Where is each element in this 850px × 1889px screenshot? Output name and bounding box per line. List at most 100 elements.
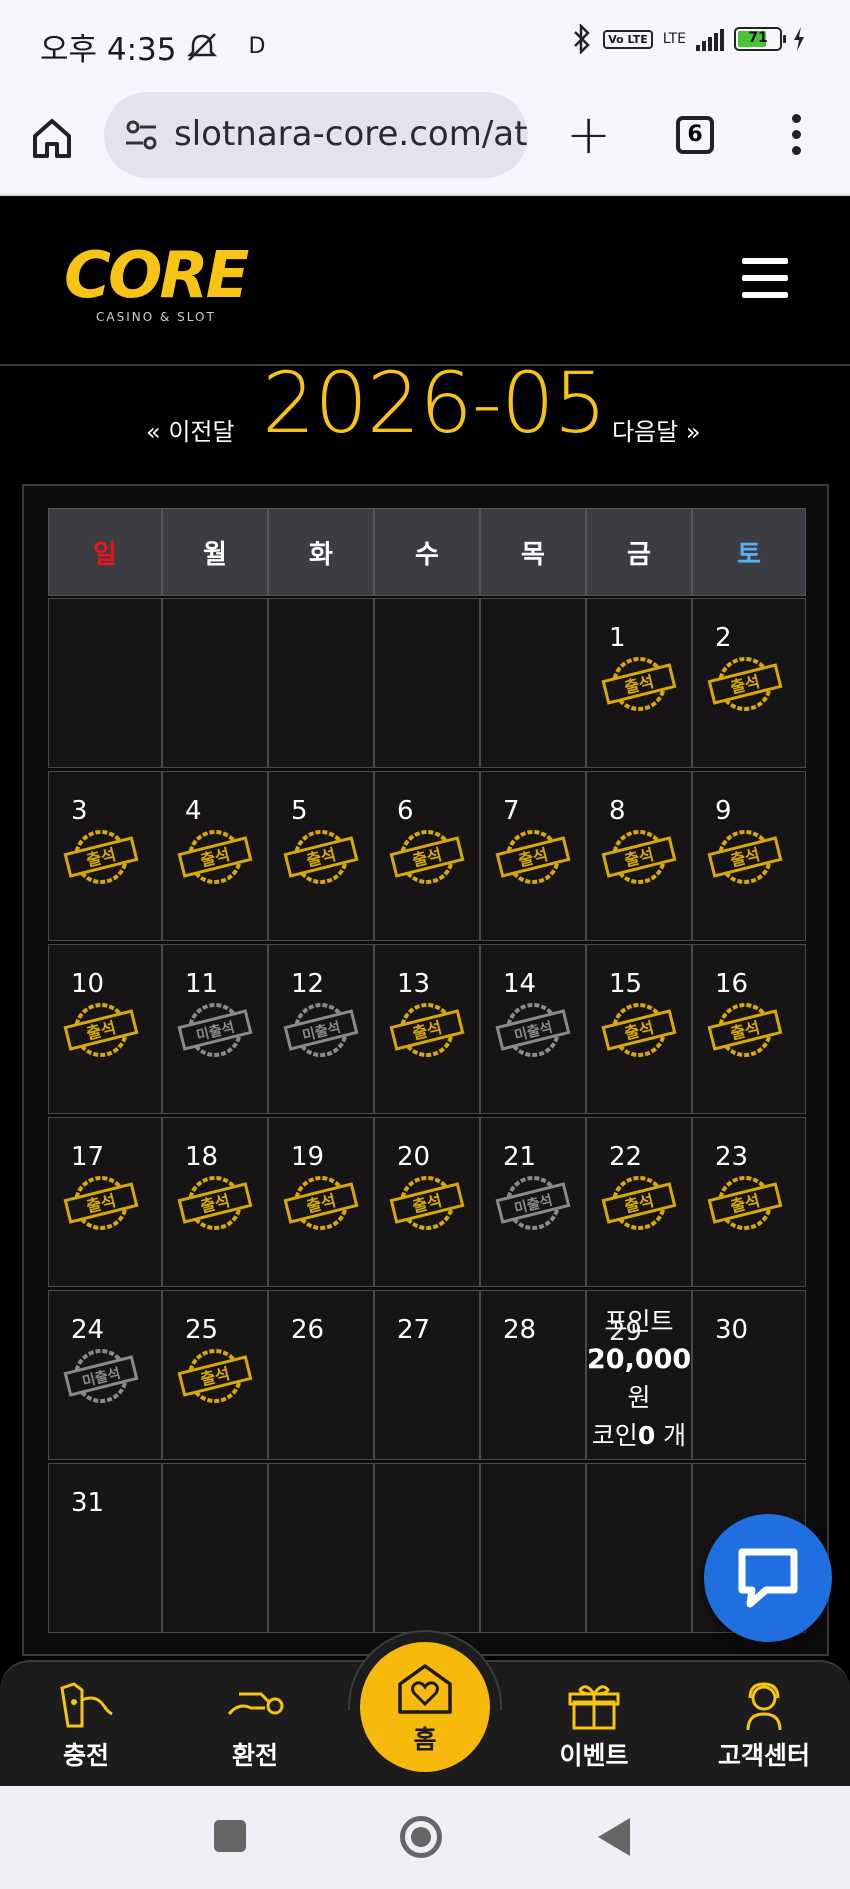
month-navigation: « 이전달 2026-05 다음달 » xyxy=(0,354,850,478)
day-number: 27 xyxy=(397,1315,431,1345)
attendance-stamp-icon: 출석 xyxy=(389,830,465,884)
calendar-day[interactable]: 3 출석 xyxy=(48,771,162,941)
calendar-day[interactable]: 5 출석 xyxy=(268,771,374,941)
day-number: 21 xyxy=(503,1142,537,1172)
calendar-day[interactable]: 17 출석 xyxy=(48,1117,162,1287)
browser-menu-icon[interactable] xyxy=(790,114,802,158)
day-number: 18 xyxy=(185,1142,219,1172)
nav-withdraw[interactable]: 환전 xyxy=(195,1680,315,1772)
next-month-link[interactable]: 다음달 » xyxy=(612,412,701,447)
calendar-day[interactable]: 22 출석 xyxy=(586,1117,692,1287)
calendar-day[interactable]: 23 출석 xyxy=(692,1117,806,1287)
recent-apps-button[interactable] xyxy=(214,1820,246,1852)
calendar-day[interactable]: 15 출석 xyxy=(586,944,692,1114)
weekday-header: 수 xyxy=(374,508,480,596)
prev-month-link[interactable]: « 이전달 xyxy=(146,412,235,447)
weekday-header: 화 xyxy=(268,508,374,596)
nav-home[interactable]: 홈 xyxy=(360,1642,490,1772)
weekday-header: 목 xyxy=(480,508,586,596)
day-number: 24 xyxy=(71,1315,105,1345)
withdraw-icon xyxy=(227,1692,284,1715)
calendar-empty-cell xyxy=(586,1463,692,1633)
day-number: 22 xyxy=(609,1142,643,1172)
url-text[interactable]: slotnara-core.com/attendance xyxy=(174,114,528,154)
calendar-day[interactable]: 포인트 20,000 원 코인0 개 29 xyxy=(586,1290,692,1460)
site-settings-icon[interactable] xyxy=(124,118,160,152)
attendance-stamp-icon: 출석 xyxy=(63,1003,139,1057)
attendance-stamp-icon: 출석 xyxy=(601,1176,677,1230)
site-logo[interactable]: CORE CASINO & SLOT xyxy=(64,244,264,324)
calendar-day[interactable]: 28 xyxy=(480,1290,586,1460)
calendar-empty-cell xyxy=(480,598,586,768)
home-icon[interactable] xyxy=(30,116,74,160)
calendar-day[interactable]: 7 출석 xyxy=(480,771,586,941)
day-number: 26 xyxy=(291,1315,325,1345)
deposit-icon xyxy=(60,1682,113,1728)
day-number: 1 xyxy=(609,623,626,653)
calendar-empty-cell xyxy=(48,598,162,768)
calendar-day[interactable]: 26 xyxy=(268,1290,374,1460)
system-home-button[interactable] xyxy=(400,1816,442,1858)
attendance-stamp-icon: 출석 xyxy=(283,830,359,884)
month-title: 2026-05 xyxy=(262,354,607,452)
support-agent-icon xyxy=(746,1682,782,1731)
address-bar[interactable]: slotnara-core.com/attendance xyxy=(104,92,528,178)
calendar-day[interactable]: 9 출석 xyxy=(692,771,806,941)
tab-switcher-button[interactable]: 6 xyxy=(676,116,714,154)
attendance-stamp-icon: 출석 xyxy=(707,830,783,884)
calendar-day[interactable]: 19 출석 xyxy=(268,1117,374,1287)
calendar-empty-cell xyxy=(162,1463,268,1633)
weekday-header: 일 xyxy=(48,508,162,596)
nav-support[interactable]: 고객센터 xyxy=(704,1680,824,1772)
attendance-stamp-icon: 출석 xyxy=(601,830,677,884)
calendar-day[interactable]: 10 출석 xyxy=(48,944,162,1114)
calendar-day[interactable]: 20 출석 xyxy=(374,1117,480,1287)
calendar-day[interactable]: 8 출석 xyxy=(586,771,692,941)
calendar-empty-cell xyxy=(268,1463,374,1633)
calendar-day[interactable]: 14 미출석 xyxy=(480,944,586,1114)
nav-deposit[interactable]: 충전 xyxy=(26,1680,146,1772)
coin-label: 코인 xyxy=(591,1421,638,1450)
attendance-stamp-icon: 출석 xyxy=(707,1176,783,1230)
calendar-day[interactable]: 18 출석 xyxy=(162,1117,268,1287)
calendar-day[interactable]: 27 xyxy=(374,1290,480,1460)
calendar-day[interactable]: 21 미출석 xyxy=(480,1117,586,1287)
charging-icon xyxy=(794,27,804,51)
calendar-empty-cell xyxy=(162,598,268,768)
gift-icon xyxy=(568,1685,620,1730)
calendar-empty-cell xyxy=(374,598,480,768)
nav-label: 홈 xyxy=(413,1725,437,1754)
calendar-day[interactable]: 4 출석 xyxy=(162,771,268,941)
calendar-day[interactable]: 16 출석 xyxy=(692,944,806,1114)
calendar-day[interactable]: 11 미출석 xyxy=(162,944,268,1114)
day-number: 14 xyxy=(503,969,537,999)
calendar-day[interactable]: 13 출석 xyxy=(374,944,480,1114)
nav-event[interactable]: 이벤트 xyxy=(534,1680,654,1772)
calendar-day[interactable]: 30 xyxy=(692,1290,806,1460)
nav-label: 이벤트 xyxy=(559,1741,629,1770)
calendar-day[interactable]: 6 출석 xyxy=(374,771,480,941)
back-button[interactable] xyxy=(598,1818,630,1856)
calendar-day[interactable]: 12 미출석 xyxy=(268,944,374,1114)
attendance-stamp-icon: 출석 xyxy=(177,1176,253,1230)
day-number: 25 xyxy=(185,1315,219,1345)
attendance-stamp-icon: 출석 xyxy=(707,657,783,711)
new-tab-button[interactable]: + xyxy=(566,108,611,162)
calendar-day[interactable]: 24 미출석 xyxy=(48,1290,162,1460)
calendar-day[interactable]: 1 출석 xyxy=(586,598,692,768)
chat-button[interactable] xyxy=(704,1514,832,1642)
status-right: Vo LTE LTE 71 xyxy=(571,24,806,54)
menu-icon[interactable] xyxy=(742,258,788,298)
calendar-day[interactable]: 2 출석 xyxy=(692,598,806,768)
weekday-header: 월 xyxy=(162,508,268,596)
weekday-header: 금 xyxy=(586,508,692,596)
attendance-stamp-icon: 출석 xyxy=(177,1349,253,1403)
attendance-stamp-icon: 출석 xyxy=(177,830,253,884)
day-number: 5 xyxy=(291,796,308,826)
day-number: 31 xyxy=(71,1488,105,1518)
calendar-day[interactable]: 31 xyxy=(48,1463,162,1633)
calendar-empty-cell xyxy=(268,598,374,768)
calendar-day[interactable]: 25 출석 xyxy=(162,1290,268,1460)
day-number: 8 xyxy=(609,796,626,826)
logo-wordmark: CORE xyxy=(64,239,249,313)
